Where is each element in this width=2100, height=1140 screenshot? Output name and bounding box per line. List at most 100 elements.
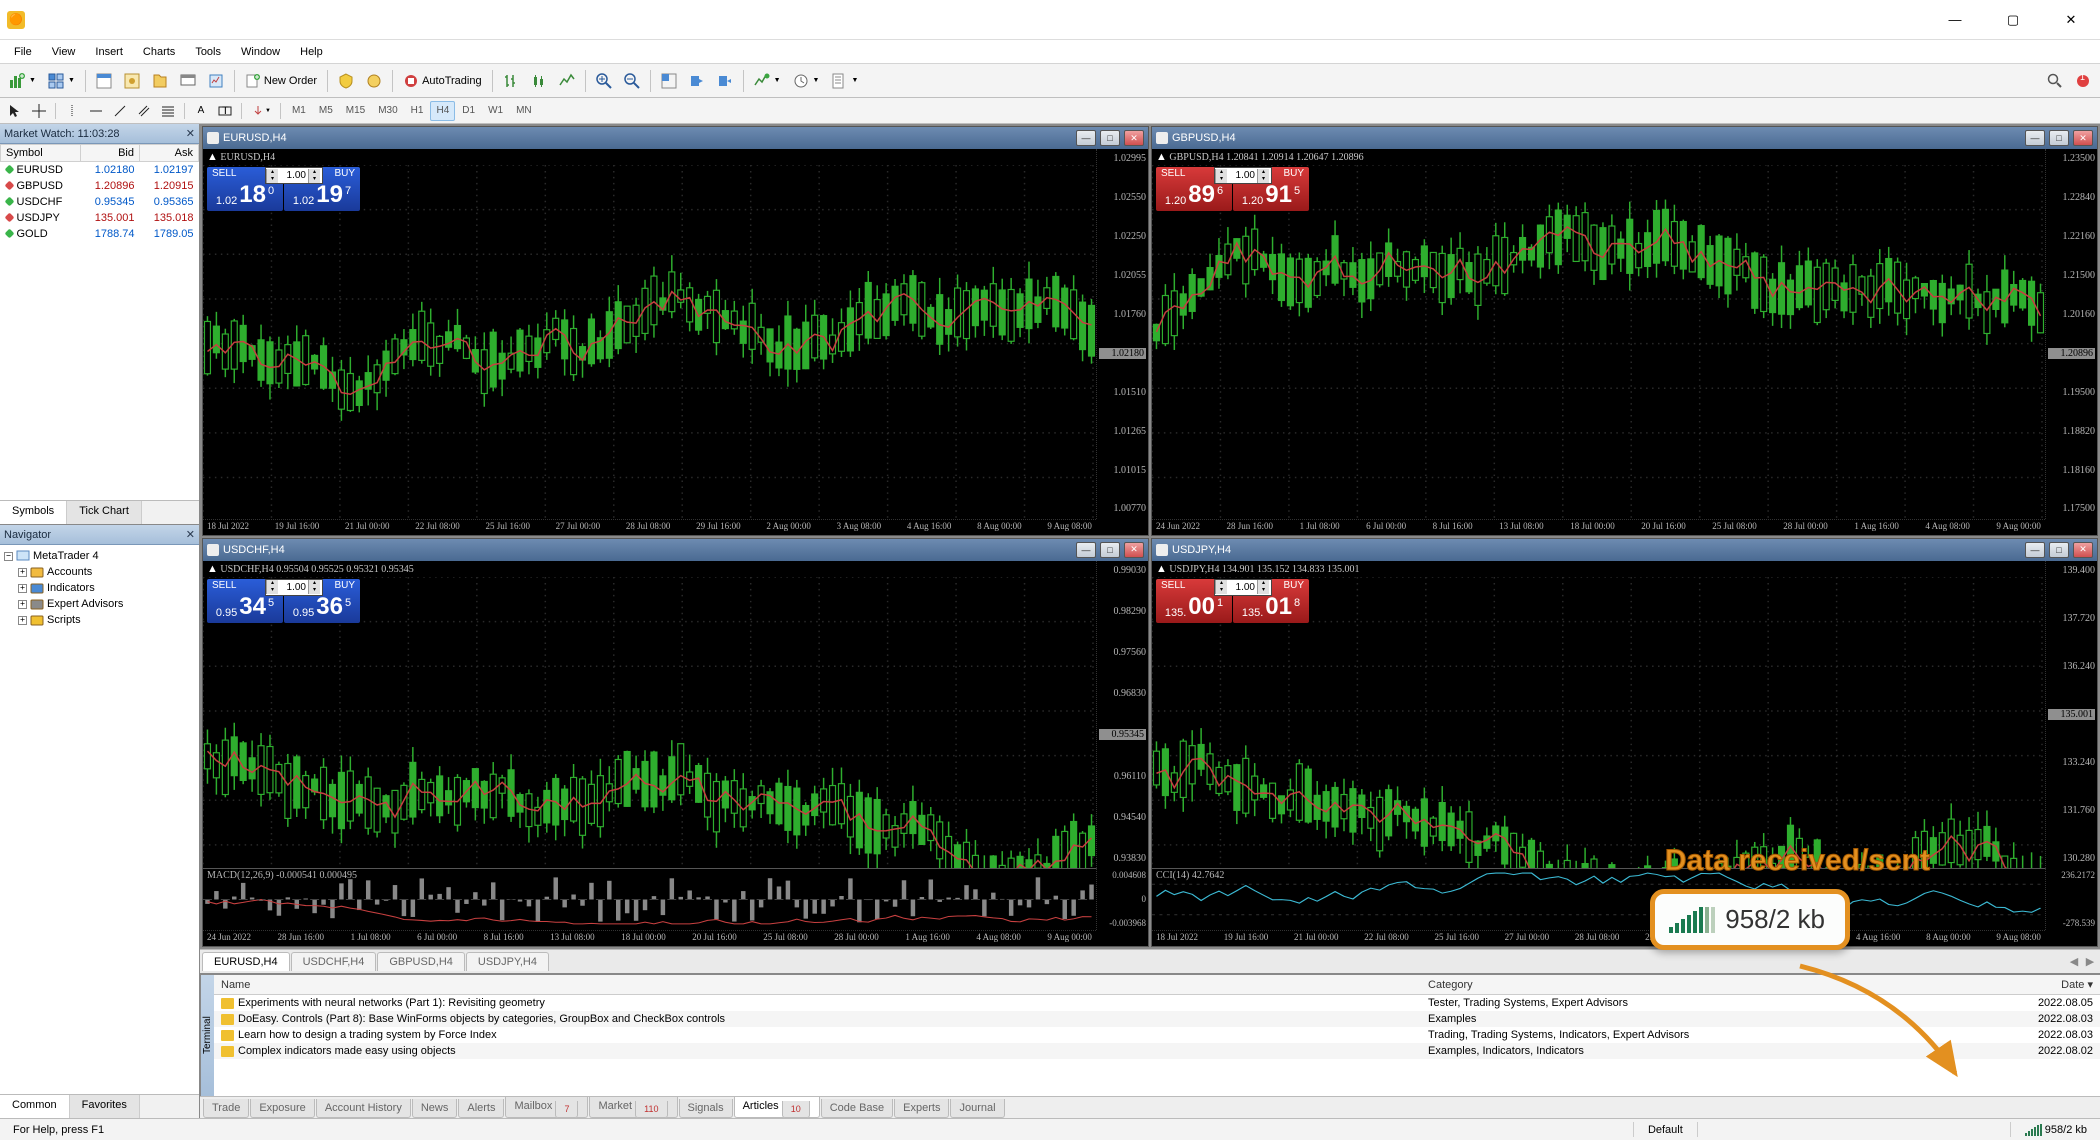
chart-min-button[interactable]: — <box>1076 542 1096 558</box>
timeframe-m15[interactable]: M15 <box>340 101 371 121</box>
timeframe-mn[interactable]: MN <box>510 101 538 121</box>
chart-tabs-prev[interactable]: ◀ <box>2066 955 2082 968</box>
candlestick-button[interactable] <box>526 69 552 93</box>
text-label-button[interactable]: T <box>214 101 236 121</box>
vol-up2[interactable]: ▴ <box>1257 580 1269 587</box>
chart-shift-button[interactable] <box>684 69 710 93</box>
nav-item-scripts[interactable]: +Scripts <box>18 612 195 628</box>
channel-button[interactable] <box>133 101 155 121</box>
status-profile[interactable]: Default <box>1640 1124 1691 1136</box>
notifications-button[interactable]: 1 <box>2070 69 2096 93</box>
term-tab-alerts[interactable]: Alerts <box>458 1099 504 1118</box>
profiles-button[interactable]: ▼ <box>43 69 80 93</box>
nav-item-indicators[interactable]: +Indicators <box>18 580 195 596</box>
chart-max-button[interactable]: □ <box>2049 542 2069 558</box>
market-watch-close-icon[interactable]: ✕ <box>186 127 195 140</box>
strategy-tester-button[interactable] <box>203 69 229 93</box>
volume-input[interactable] <box>278 580 308 595</box>
indicators-button[interactable] <box>712 69 738 93</box>
tree-expand-icon[interactable]: + <box>18 616 27 625</box>
chart-min-button[interactable]: — <box>2025 542 2045 558</box>
mw-row-gold[interactable]: GOLD1788.741789.05 <box>1 226 199 242</box>
vol-down[interactable]: ▾ <box>266 176 278 183</box>
term-tab-articles[interactable]: Articles 10 <box>734 1097 820 1118</box>
vol-up[interactable]: ▴ <box>266 169 278 176</box>
mw-tab-symbols[interactable]: Symbols <box>0 501 67 524</box>
market-watch-header[interactable]: Market Watch: 11:03:28 ✕ <box>0 124 199 144</box>
horizontal-line-button[interactable] <box>85 101 107 121</box>
chart-max-button[interactable]: □ <box>1100 542 1120 558</box>
nav-tab-favorites[interactable]: Favorites <box>70 1095 140 1118</box>
nav-root[interactable]: − MetaTrader 4 <box>4 548 195 564</box>
mw-row-usdchf[interactable]: USDCHF0.953450.95365 <box>1 194 199 210</box>
chart-max-button[interactable]: □ <box>1100 130 1120 146</box>
terminal-button[interactable] <box>175 69 201 93</box>
tree-expand-icon[interactable]: + <box>18 584 27 593</box>
chart-min-button[interactable]: — <box>2025 130 2045 146</box>
menu-file[interactable]: File <box>4 43 42 61</box>
vol-up[interactable]: ▴ <box>1215 169 1227 176</box>
chart-tabs-next[interactable]: ▶ <box>2082 955 2098 968</box>
mw-col-ask[interactable]: Ask <box>139 145 198 162</box>
search-button[interactable] <box>2042 69 2068 93</box>
vol-down2[interactable]: ▾ <box>1257 587 1269 594</box>
chart-tab-eurusd-h4[interactable]: EURUSD,H4 <box>202 952 290 971</box>
mw-tab-tickchart[interactable]: Tick Chart <box>67 501 142 524</box>
autoscroll-button[interactable] <box>656 69 682 93</box>
new-chart-button[interactable]: ▼ <box>4 69 41 93</box>
one-click-volume[interactable]: ▴▾▴▾ <box>1214 579 1272 596</box>
term-tab-account-history[interactable]: Account History <box>316 1099 411 1118</box>
term-tab-market[interactable]: Market 110 <box>589 1097 677 1118</box>
volume-input[interactable] <box>278 168 308 183</box>
market-watch-button[interactable] <box>91 69 117 93</box>
tree-expand-icon[interactable]: + <box>18 600 27 609</box>
vertical-line-button[interactable] <box>61 101 83 121</box>
vol-up2[interactable]: ▴ <box>308 169 320 176</box>
tree-collapse-icon[interactable]: − <box>4 552 13 561</box>
trendline-button[interactable] <box>109 101 131 121</box>
mw-col-bid[interactable]: Bid <box>80 145 139 162</box>
timeframe-m30[interactable]: M30 <box>372 101 403 121</box>
chart-surface[interactable]: ▲ GBPUSD,H4 1.20841 1.20914 1.20647 1.20… <box>1152 149 2097 535</box>
nav-item-accounts[interactable]: +Accounts <box>18 564 195 580</box>
timeframe-d1[interactable]: D1 <box>456 101 481 121</box>
maximize-button[interactable]: ▢ <box>1984 0 2042 40</box>
line-chart-button[interactable] <box>554 69 580 93</box>
chart-tab-usdjpy-h4[interactable]: USDJPY,H4 <box>466 952 549 971</box>
mw-row-usdjpy[interactable]: USDJPY135.001135.018 <box>1 210 199 226</box>
fibonacci-button[interactable] <box>157 101 179 121</box>
term-tab-signals[interactable]: Signals <box>679 1099 733 1118</box>
menu-tools[interactable]: Tools <box>185 43 231 61</box>
vol-up[interactable]: ▴ <box>1215 580 1227 587</box>
options-button[interactable] <box>361 69 387 93</box>
vol-down[interactable]: ▾ <box>1215 587 1227 594</box>
chart-close-button[interactable]: ✕ <box>1124 130 1144 146</box>
vol-down2[interactable]: ▾ <box>308 176 320 183</box>
chart-tab-usdchf-h4[interactable]: USDCHF,H4 <box>291 952 377 971</box>
menu-view[interactable]: View <box>42 43 86 61</box>
timeframe-m1[interactable]: M1 <box>286 101 312 121</box>
data-window-button[interactable] <box>119 69 145 93</box>
timeframe-m5[interactable]: M5 <box>313 101 339 121</box>
one-click-volume[interactable]: ▴▾▴▾ <box>265 579 323 596</box>
templates-button[interactable]: ▼ <box>826 69 863 93</box>
timeframe-h1[interactable]: H1 <box>405 101 430 121</box>
zoom-in-button[interactable] <box>591 69 617 93</box>
term-tab-journal[interactable]: Journal <box>950 1099 1004 1118</box>
menu-insert[interactable]: Insert <box>85 43 133 61</box>
menu-charts[interactable]: Charts <box>133 43 185 61</box>
navigator-header[interactable]: Navigator ✕ <box>0 525 199 545</box>
menu-window[interactable]: Window <box>231 43 290 61</box>
cursor-button[interactable] <box>4 101 26 121</box>
term-tab-exposure[interactable]: Exposure <box>250 1099 314 1118</box>
periodicity-button[interactable]: ▼ <box>788 69 825 93</box>
indicator-list-button[interactable]: ▼ <box>749 69 786 93</box>
vol-down[interactable]: ▾ <box>1215 176 1227 183</box>
chart-surface[interactable]: ▲ USDCHF,H4 0.95504 0.95525 0.95321 0.95… <box>203 561 1148 947</box>
chart-max-button[interactable]: □ <box>2049 130 2069 146</box>
term-tab-news[interactable]: News <box>412 1099 458 1118</box>
mw-row-gbpusd[interactable]: GBPUSD1.208961.20915 <box>1 178 199 194</box>
volume-input[interactable] <box>1227 580 1257 595</box>
term-tab-mailbox[interactable]: Mailbox 7 <box>505 1097 588 1118</box>
vol-up2[interactable]: ▴ <box>308 580 320 587</box>
